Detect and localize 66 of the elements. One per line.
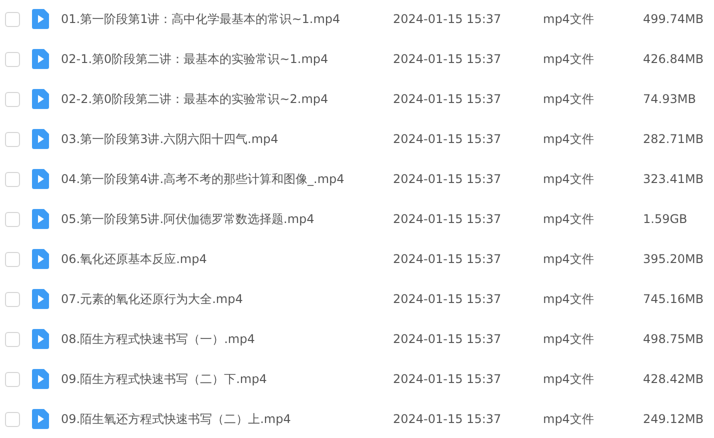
- file-type: mp4文件: [543, 130, 595, 148]
- file-name[interactable]: 02-1.第0阶段第二讲：最基本的实验常识~1.mp4: [61, 50, 393, 68]
- file-name[interactable]: 05.第一阶段第5讲.阿伏伽德罗常数选择题.mp4: [61, 210, 393, 228]
- file-type: mp4文件: [543, 10, 595, 28]
- checkbox[interactable]: [5, 52, 20, 66]
- file-size: 745.16MB: [643, 292, 704, 306]
- modified-date: 2024-01-15 15:37: [393, 372, 502, 386]
- modified-date: 2024-01-15 15:37: [393, 332, 502, 346]
- file-name[interactable]: 04.第一阶段第4讲.高考不考的那些计算和图像_.mp4: [61, 170, 393, 188]
- modified-date: 2024-01-15 15:37: [393, 172, 502, 186]
- file-type: mp4文件: [543, 410, 595, 428]
- file-type: mp4文件: [543, 50, 595, 68]
- file-size: 249.12MB: [643, 412, 704, 426]
- file-name[interactable]: 09.陌生方程式快速书写（二）下.mp4: [61, 370, 393, 388]
- video-file-icon: [32, 89, 49, 109]
- video-file-icon: [32, 129, 49, 149]
- video-file-icon: [32, 329, 49, 349]
- file-name[interactable]: 09.陌生氧还方程式快速书写（二）上.mp4: [61, 410, 393, 428]
- file-type: mp4文件: [543, 330, 595, 348]
- file-size: 426.84MB: [643, 52, 704, 66]
- file-size: 282.71MB: [643, 132, 704, 146]
- file-type: mp4文件: [543, 250, 595, 268]
- modified-date: 2024-01-15 15:37: [393, 412, 502, 426]
- file-name[interactable]: 02-2.第0阶段第二讲：最基本的实验常识~2.mp4: [61, 90, 393, 108]
- file-name[interactable]: 08.陌生方程式快速书写（一）.mp4: [61, 330, 393, 348]
- file-size: 1.59GB: [643, 212, 688, 226]
- modified-date: 2024-01-15 15:37: [393, 212, 502, 226]
- file-size: 499.74MB: [643, 12, 704, 26]
- file-size: 428.42MB: [643, 372, 704, 386]
- checkbox[interactable]: [5, 292, 20, 306]
- file-name[interactable]: 03.第一阶段第3讲.六阴六阳十四气.mp4: [61, 130, 393, 148]
- file-type: mp4文件: [543, 90, 595, 108]
- video-file-icon: [32, 169, 49, 189]
- video-file-icon: [32, 49, 49, 69]
- checkbox[interactable]: [5, 172, 20, 186]
- file-type: mp4文件: [543, 290, 595, 308]
- file-type: mp4文件: [543, 370, 595, 388]
- video-file-icon: [32, 209, 49, 229]
- file-name[interactable]: 07.元素的氧化还原行为大全.mp4: [61, 290, 393, 308]
- modified-date: 2024-01-15 15:37: [393, 12, 502, 26]
- modified-date: 2024-01-15 15:37: [393, 132, 502, 146]
- modified-date: 2024-01-15 15:37: [393, 52, 502, 66]
- checkbox[interactable]: [5, 132, 20, 146]
- checkbox[interactable]: [5, 372, 20, 386]
- video-file-icon: [32, 249, 49, 269]
- file-name[interactable]: 06.氧化还原基本反应.mp4: [61, 250, 393, 268]
- file-size: 323.41MB: [643, 172, 704, 186]
- checkbox[interactable]: [5, 92, 20, 106]
- checkbox[interactable]: [5, 252, 20, 266]
- modified-date: 2024-01-15 15:37: [393, 92, 502, 106]
- file-size: 498.75MB: [643, 332, 704, 346]
- file-size: 74.93MB: [643, 92, 696, 106]
- checkbox[interactable]: [5, 412, 20, 426]
- file-type: mp4文件: [543, 210, 595, 228]
- checkbox[interactable]: [5, 212, 20, 226]
- file-type: mp4文件: [543, 170, 595, 188]
- checkbox[interactable]: [5, 332, 20, 346]
- modified-date: 2024-01-15 15:37: [393, 292, 502, 306]
- video-file-icon: [32, 409, 49, 429]
- video-file-icon: [32, 289, 49, 309]
- modified-date: 2024-01-15 15:37: [393, 252, 502, 266]
- checkbox[interactable]: [5, 12, 20, 26]
- video-file-icon: [32, 369, 49, 389]
- file-name[interactable]: 01.第一阶段第1讲：高中化学最基本的常识~1.mp4: [61, 10, 393, 28]
- file-size: 395.20MB: [643, 252, 704, 266]
- video-file-icon: [32, 9, 49, 29]
